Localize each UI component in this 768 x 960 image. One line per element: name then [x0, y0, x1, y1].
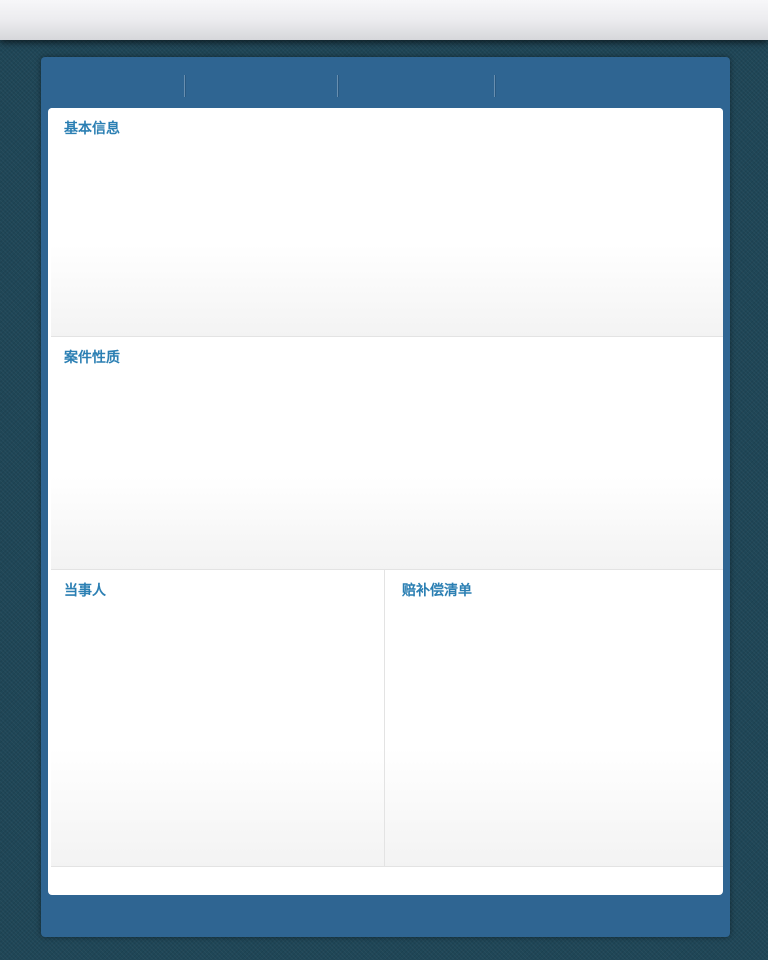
tab-2[interactable] [185, 57, 337, 107]
top-toolbar [0, 0, 768, 40]
compensation-list-section: 赔补偿清单 [385, 570, 723, 867]
tab-4[interactable] [495, 57, 730, 107]
compensation-list-title: 赔补偿清单 [402, 583, 472, 599]
main-panel: 基本信息 案件性质 当事人 赔补偿清单 [41, 57, 730, 937]
tab-1[interactable] [41, 57, 184, 107]
case-nature-section: 案件性质 [51, 337, 723, 570]
case-nature-title: 案件性质 [64, 350, 120, 366]
parties-title: 当事人 [64, 583, 106, 599]
tab-3[interactable] [338, 57, 494, 107]
tab-strip [41, 57, 730, 107]
parties-section: 当事人 [51, 570, 385, 867]
basic-info-section: 基本信息 [51, 108, 723, 337]
form-content-card: 基本信息 案件性质 当事人 赔补偿清单 [48, 108, 723, 895]
basic-info-title: 基本信息 [64, 121, 120, 137]
